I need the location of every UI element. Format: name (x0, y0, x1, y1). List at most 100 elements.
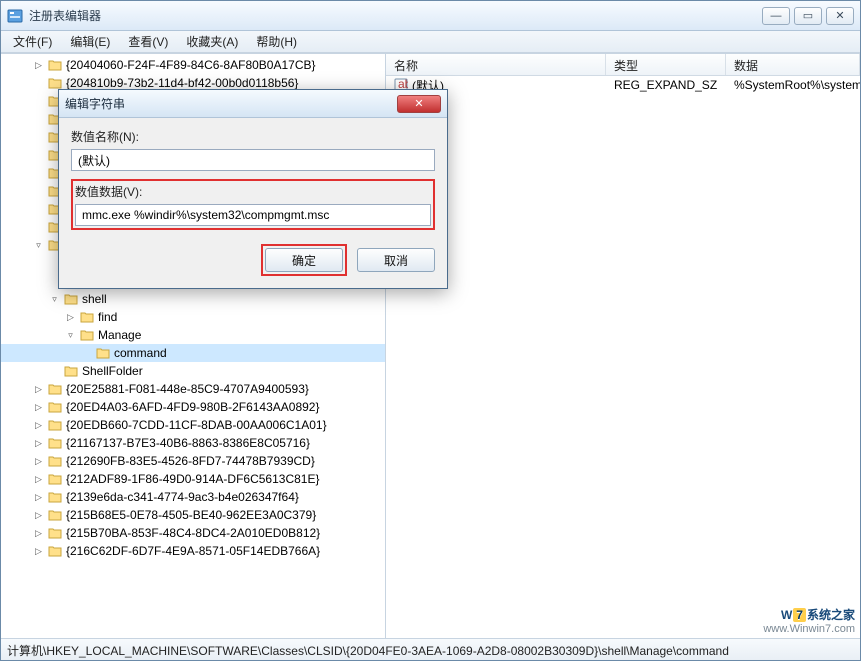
folder-icon (48, 545, 62, 557)
tree-node[interactable]: ▿ Manage (1, 326, 385, 344)
folder-icon (48, 77, 62, 89)
regedit-icon (7, 8, 23, 24)
expand-icon[interactable]: ▷ (33, 492, 44, 503)
folder-icon (64, 293, 78, 305)
edit-string-dialog: 编辑字符串 ✕ 数值名称(N): 数值数据(V): 确定 取消 (58, 89, 448, 289)
menu-help[interactable]: 帮助(H) (248, 31, 305, 52)
value-type: REG_EXPAND_SZ (606, 78, 726, 92)
minimize-button[interactable]: — (762, 7, 790, 25)
tree-node-label: {215B68E5-0E78-4505-BE40-962EE3A0C379} (66, 508, 316, 522)
tree-node[interactable]: command (1, 344, 385, 362)
expand-icon[interactable]: ▷ (33, 510, 44, 521)
tree-node-label: find (98, 310, 117, 324)
tree-node[interactable]: ▷ find (1, 308, 385, 326)
tree-node[interactable]: ▷ {20ED4A03-6AFD-4FD9-980B-2F6143AA0892} (1, 398, 385, 416)
tree-node[interactable]: ▷ {215B68E5-0E78-4505-BE40-962EE3A0C379} (1, 506, 385, 524)
ok-button-highlight: 确定 (261, 244, 347, 276)
value-name-input[interactable] (71, 149, 435, 171)
col-name[interactable]: 名称 (386, 54, 606, 75)
expand-icon[interactable]: ▷ (33, 60, 44, 71)
tree-node[interactable]: ▷ {20404060-F24F-4F89-84C6-8AF80B0A17CB} (1, 56, 385, 74)
statusbar: 计算机\HKEY_LOCAL_MACHINE\SOFTWARE\Classes\… (1, 638, 860, 660)
tree-node-label: {212690FB-83E5-4526-8FD7-74478B7939CD} (66, 454, 315, 468)
tree-node-label: ShellFolder (82, 364, 143, 378)
no-toggle (49, 366, 60, 377)
watermark: W7系统之家 www.Winwin7.com (763, 606, 855, 635)
tree-node[interactable]: ▷{2139e6da-c341-4774-9ac3-b4e026347f64} (1, 488, 385, 506)
col-type[interactable]: 类型 (606, 54, 726, 75)
tree-node-label: Manage (98, 328, 141, 342)
folder-icon (48, 509, 62, 521)
tree-node-label: {20404060-F24F-4F89-84C6-8AF80B0A17CB} (66, 58, 316, 72)
watermark-url: www.Winwin7.com (763, 623, 855, 635)
close-button[interactable]: ✕ (826, 7, 854, 25)
value-data-input[interactable] (75, 204, 431, 226)
col-data[interactable]: 数据 (726, 54, 860, 75)
menu-favorites[interactable]: 收藏夹(A) (178, 31, 246, 52)
watermark-w: W (781, 608, 792, 622)
tree-node-label: {215B70BA-853F-48C4-8DC4-2A010ED0B812} (66, 526, 320, 540)
titlebar[interactable]: 注册表编辑器 — ▭ ✕ (1, 1, 860, 31)
no-toggle (33, 132, 44, 143)
folder-icon (48, 419, 62, 431)
folder-icon (48, 455, 62, 467)
no-toggle (33, 204, 44, 215)
expand-icon[interactable]: ▷ (33, 384, 44, 395)
value-data-label: 数值数据(V): (75, 183, 431, 200)
folder-icon (48, 491, 62, 503)
collapse-icon[interactable]: ▿ (33, 240, 44, 251)
tree-node-label: {20ED4A03-6AFD-4FD9-980B-2F6143AA0892} (66, 400, 320, 414)
folder-icon (48, 383, 62, 395)
dialog-title: 编辑字符串 (65, 95, 397, 112)
no-toggle (33, 222, 44, 233)
tree-node[interactable]: ▷ {20E25881-F081-448e-85C9-4707A9400593} (1, 380, 385, 398)
expand-icon[interactable]: ▷ (33, 456, 44, 467)
tree-node-label: shell (82, 292, 107, 306)
expand-icon[interactable]: ▷ (33, 402, 44, 413)
menu-file[interactable]: 文件(F) (5, 31, 60, 52)
folder-icon (48, 473, 62, 485)
menu-edit[interactable]: 编辑(E) (62, 31, 118, 52)
tree-node[interactable]: ShellFolder (1, 362, 385, 380)
no-toggle (33, 168, 44, 179)
cancel-button[interactable]: 取消 (357, 248, 435, 272)
no-toggle (81, 348, 92, 359)
dialog-close-button[interactable]: ✕ (397, 95, 441, 113)
folder-icon (80, 311, 94, 323)
folder-icon (48, 401, 62, 413)
tree-node[interactable]: ▷{20EDB660-7CDD-11CF-8DAB-00AA006C1A01} (1, 416, 385, 434)
value-row[interactable]: ab (默认) REG_EXPAND_SZ %SystemRoot%\syste… (386, 76, 860, 94)
no-toggle (33, 186, 44, 197)
window-title: 注册表编辑器 (29, 7, 762, 24)
ok-button[interactable]: 确定 (265, 248, 343, 272)
tree-node[interactable]: ▷ {215B70BA-853F-48C4-8DC4-2A010ED0B812} (1, 524, 385, 542)
tree-node-label: command (114, 346, 167, 360)
tree-node-label: {204810b9-73b2-11d4-bf42-00b0d0118b56} (66, 76, 298, 90)
expand-icon[interactable]: ▷ (33, 438, 44, 449)
maximize-button[interactable]: ▭ (794, 7, 822, 25)
list-body[interactable]: ab (默认) REG_EXPAND_SZ %SystemRoot%\syste… (386, 76, 860, 638)
folder-icon (48, 527, 62, 539)
expand-icon[interactable]: ▷ (33, 420, 44, 431)
expand-icon[interactable]: ▷ (65, 312, 76, 323)
menubar: 文件(F) 编辑(E) 查看(V) 收藏夹(A) 帮助(H) (1, 31, 860, 53)
dialog-titlebar[interactable]: 编辑字符串 ✕ (59, 90, 447, 118)
folder-icon (80, 329, 94, 341)
tree-node[interactable]: ▷ {212690FB-83E5-4526-8FD7-74478B7939CD} (1, 452, 385, 470)
tree-node[interactable]: ▷ {21167137-B7E3-40B6-8863-8386E8C05716} (1, 434, 385, 452)
expand-icon[interactable]: ▷ (33, 474, 44, 485)
menu-view[interactable]: 查看(V) (120, 31, 176, 52)
collapse-icon[interactable]: ▿ (65, 330, 76, 341)
tree-node-label: {20E25881-F081-448e-85C9-4707A9400593} (66, 382, 309, 396)
tree-node[interactable]: ▷{212ADF89-1F86-49D0-914A-DF6C5613C81E} (1, 470, 385, 488)
expand-icon[interactable]: ▷ (33, 546, 44, 557)
tree-node-label: {21167137-B7E3-40B6-8863-8386E8C05716} (66, 436, 310, 450)
tree-node[interactable]: ▷{216C62DF-6D7F-4E9A-8571-05F14EDB766A} (1, 542, 385, 560)
folder-icon (96, 347, 110, 359)
collapse-icon[interactable]: ▿ (49, 294, 60, 305)
no-toggle (33, 114, 44, 125)
no-toggle (33, 78, 44, 89)
folder-icon (48, 59, 62, 71)
expand-icon[interactable]: ▷ (33, 528, 44, 539)
tree-node[interactable]: ▿ shell (1, 290, 385, 308)
